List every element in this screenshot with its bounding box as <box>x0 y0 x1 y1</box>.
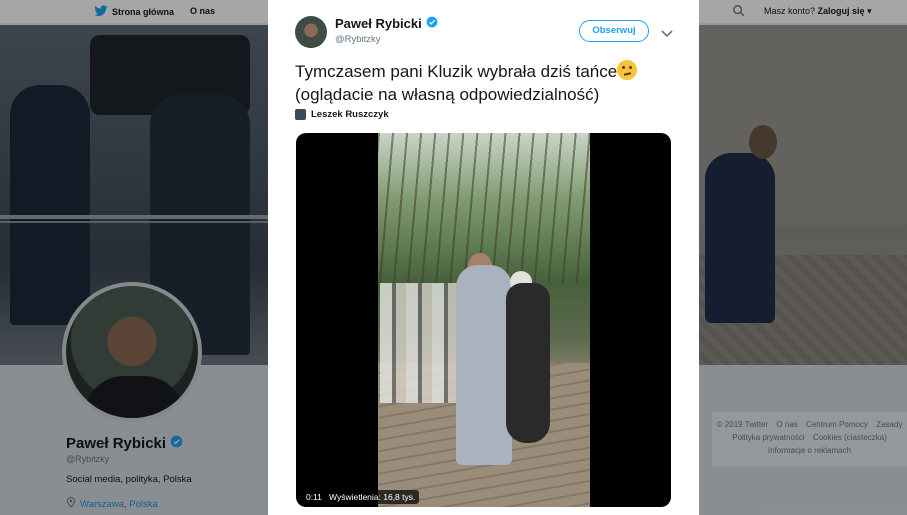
tweet-text-line2: (oglądacie na własną odpowiedzialność) <box>295 85 600 104</box>
chevron-down-icon[interactable] <box>661 25 673 43</box>
video-view-count: Wyświetlenia: 16,8 tys. <box>325 490 420 504</box>
tweet-text: Tymczasem pani Kluzik wybrała dziś tańce… <box>295 60 685 106</box>
follow-button[interactable]: Obserwuj <box>579 20 649 42</box>
video-dancer <box>456 265 512 465</box>
video-crowd <box>380 283 460 403</box>
tagged-user-name: Leszek Ruszczyk <box>311 109 389 120</box>
tweet-author-avatar[interactable] <box>295 16 327 48</box>
tweet-author-name[interactable]: Paweł Rybicki <box>335 16 438 31</box>
tagged-user-avatar <box>295 109 306 120</box>
tweet-author-handle: @Rybitzky <box>335 34 381 45</box>
video-timestamp: 0:11 <box>302 490 326 504</box>
tweet-modal: Paweł Rybicki @Rybitzky Obserwuj Tymczas… <box>268 0 699 515</box>
tweet-text-line1: Tymczasem pani Kluzik wybrała dziś tańce <box>295 62 618 81</box>
tweet-author-name-text: Paweł Rybicki <box>335 16 422 31</box>
video-player[interactable]: 0:11 Wyświetlenia: 16,8 tys. <box>296 133 671 507</box>
tagged-user[interactable]: Leszek Ruszczyk <box>295 109 389 120</box>
thinking-face-emoji <box>617 60 638 80</box>
verified-badge-icon <box>426 16 438 31</box>
video-dancer <box>506 283 550 443</box>
